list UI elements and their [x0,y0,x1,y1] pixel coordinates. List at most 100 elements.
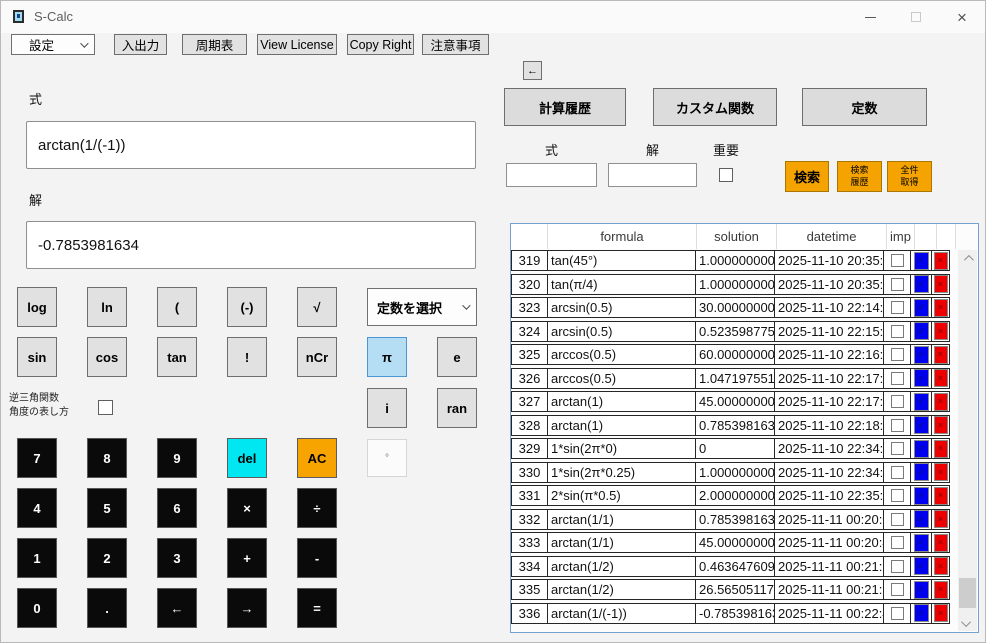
row-important-checkbox[interactable] [890,395,904,408]
row-important-checkbox[interactable] [890,301,904,314]
key-i[interactable]: i [367,388,407,428]
row-delete-button[interactable]: × [933,463,948,481]
table-row[interactable]: 329 1*sin(2π*0) 0 2025-11-10 22:34:04 ✓ … [511,438,950,459]
row-delete-button[interactable]: × [933,345,948,364]
minimize-button[interactable] [847,1,893,33]
menu-button-view-license[interactable]: View License [257,34,337,55]
row-delete-button[interactable]: × [933,298,948,317]
header-datetime[interactable]: datetime [777,224,887,249]
row-important-checkbox[interactable] [890,324,904,338]
table-row[interactable]: 325 arccos(0.5) 60.0000000000 2025-11-10… [511,344,950,365]
close-button[interactable]: × [939,1,985,33]
row-check-button[interactable]: ✓ [913,604,929,622]
key-9[interactable]: 9 [157,438,197,478]
key-pi[interactable]: π [367,337,407,377]
row-delete-button[interactable]: × [933,486,948,505]
row-check-button[interactable]: ✓ [913,275,929,293]
inverse-trig-checkbox[interactable] [98,400,113,415]
key-arrow-right[interactable]: → [227,588,267,628]
row-delete-button[interactable]: × [933,580,948,599]
key-4[interactable]: 4 [17,488,57,528]
key-sin[interactable]: sin [17,337,57,377]
row-check-button[interactable]: ✓ [913,463,929,481]
row-check-button[interactable]: ✓ [913,486,929,505]
table-row[interactable]: 332 arctan(1/1) 0.7853981634 2025-11-11 … [511,508,950,530]
key-ac[interactable]: AC [297,438,337,478]
tab-custom-functions[interactable]: カスタム関数 [653,88,777,126]
row-important-checkbox[interactable] [890,536,904,549]
scrollbar-thumb[interactable] [959,578,976,608]
key-3[interactable]: 3 [157,538,197,578]
key-5[interactable]: 5 [87,488,127,528]
expression-input[interactable]: arctan(1/(-1)) [26,121,476,169]
row-important-checkbox[interactable] [890,348,904,361]
table-row[interactable]: 320 tan(π/4) 1.0000000000 2025-11-10 20:… [511,273,950,295]
key-8[interactable]: 8 [87,438,127,478]
row-important-checkbox[interactable] [890,277,904,291]
table-row[interactable]: 336 arctan(1/(-1)) -0.7853981634 2025-11… [511,602,950,624]
key-minus[interactable]: - [297,538,337,578]
row-check-button[interactable]: ✓ [913,439,929,458]
row-delete-button[interactable]: × [933,392,948,411]
row-check-button[interactable]: ✓ [913,580,929,599]
key-degree[interactable]: ° [367,439,407,477]
row-check-button[interactable]: ✓ [913,298,929,317]
row-delete-button[interactable]: × [933,322,948,340]
row-check-button[interactable]: ✓ [913,510,929,528]
table-row[interactable]: 319 tan(45°) 1.0000000000 2025-11-10 20:… [511,250,950,271]
scroll-up-button[interactable] [958,250,977,266]
search-important-checkbox[interactable] [719,168,733,182]
key-plus[interactable]: + [227,538,267,578]
row-important-checkbox[interactable] [890,442,904,455]
search-formula-input[interactable] [506,163,597,187]
key-ln[interactable]: ln [87,287,127,327]
key-multiply[interactable]: × [227,488,267,528]
solution-output[interactable]: -0.7853981634 [26,221,476,269]
tab-calc-history[interactable]: 計算履歴 [504,88,626,126]
row-delete-button[interactable]: × [933,369,948,387]
row-check-button[interactable]: ✓ [913,392,929,411]
row-delete-button[interactable]: × [933,604,948,622]
key-factorial[interactable]: ! [227,337,267,377]
tab-constants[interactable]: 定数 [802,88,927,126]
table-row[interactable]: 334 arctan(1/2) 0.4636476090 2025-11-11 … [511,555,950,577]
row-delete-button[interactable]: × [933,416,948,434]
row-delete-button[interactable]: × [933,557,948,575]
settings-dropdown[interactable]: 設定 [11,34,95,55]
scroll-down-button[interactable] [958,615,977,631]
key-6[interactable]: 6 [157,488,197,528]
key-divide[interactable]: ÷ [297,488,337,528]
row-important-checkbox[interactable] [890,512,904,526]
header-solution[interactable]: solution [697,224,777,249]
table-row[interactable]: 326 arccos(0.5) 1.0471975512 2025-11-10 … [511,367,950,389]
row-check-button[interactable]: ✓ [913,416,929,434]
search-solution-input[interactable] [608,163,697,187]
row-important-checkbox[interactable] [890,489,904,502]
table-row[interactable]: 335 arctan(1/2) 26.5650511771 2025-11-11… [511,579,950,600]
key-decimal[interactable]: . [87,588,127,628]
key-ran[interactable]: ran [437,388,477,428]
search-button[interactable]: 検索 [785,161,829,192]
header-formula[interactable]: formula [548,224,697,249]
row-important-checkbox[interactable] [890,465,904,479]
key-ncr[interactable]: nCr [297,337,337,377]
key-negate[interactable]: (-) [227,287,267,327]
row-important-checkbox[interactable] [890,418,904,432]
key-e[interactable]: e [437,337,477,377]
row-important-checkbox[interactable] [890,583,904,596]
key-tan[interactable]: tan [157,337,197,377]
row-delete-button[interactable]: × [933,439,948,458]
fetch-all-button[interactable]: 全件 取得 [887,161,932,192]
row-check-button[interactable]: ✓ [913,251,929,270]
table-row[interactable]: 323 arcsin(0.5) 30.0000000000 2025-11-10… [511,297,950,318]
row-check-button[interactable]: ✓ [913,322,929,340]
table-row[interactable]: 324 arcsin(0.5) 0.5235987756 2025-11-10 … [511,320,950,342]
table-row[interactable]: 333 arctan(1/1) 45.0000000000 2025-11-11… [511,532,950,553]
row-check-button[interactable]: ✓ [913,345,929,364]
search-history-button[interactable]: 検索 履歴 [837,161,882,192]
key-open-paren[interactable]: ( [157,287,197,327]
key-0[interactable]: 0 [17,588,57,628]
row-check-button[interactable]: ✓ [913,533,929,552]
row-delete-button[interactable]: × [933,533,948,552]
table-row[interactable]: 330 1*sin(2π*0.25) 1.0000000000 2025-11-… [511,461,950,483]
